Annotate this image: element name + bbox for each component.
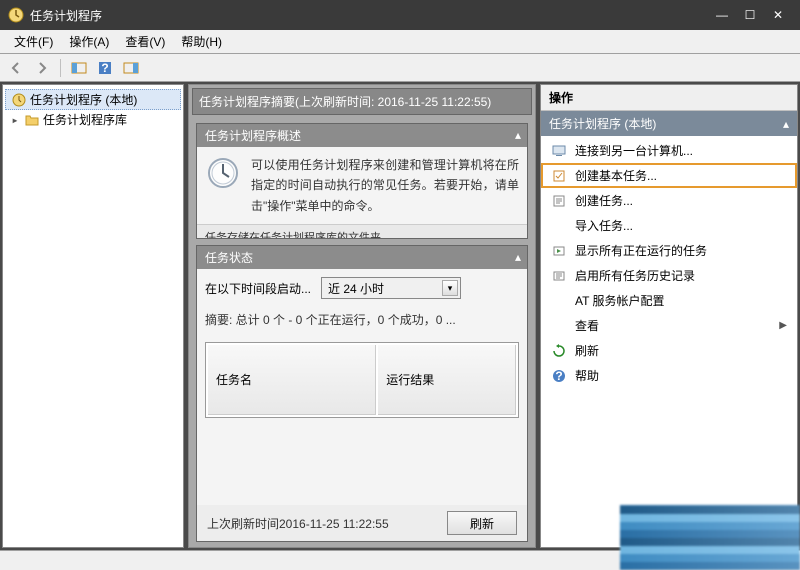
tree-child-label: 任务计划程序库	[43, 111, 127, 128]
task-icon	[551, 193, 567, 209]
overview-group: 任务计划程序概述 ▴ 可以使用任务计划程序来创建和管理计算机将在所指定的时间自动…	[196, 123, 528, 239]
import-icon	[551, 218, 567, 234]
task-basic-icon	[551, 168, 567, 184]
menu-view[interactable]: 查看(V)	[117, 31, 173, 52]
folder-icon	[24, 112, 40, 128]
time-range-select[interactable]: 近 24 小时 ▾	[321, 277, 461, 299]
tree-root-label: 任务计划程序 (本地)	[30, 91, 137, 108]
svg-text:?: ?	[555, 369, 562, 383]
status-group: 任务状态 ▴ 在以下时间段启动... 近 24 小时 ▾ 摘要: 总计 0 个 …	[196, 245, 528, 542]
history-icon	[551, 268, 567, 284]
action-create-task[interactable]: 创建任务...	[541, 188, 797, 213]
task-table: 任务名 运行结果	[205, 342, 519, 418]
forward-button[interactable]	[30, 57, 54, 79]
select-value: 近 24 小时	[328, 280, 384, 297]
collapse-icon: ▴	[515, 250, 521, 264]
tree-panel: 任务计划程序 (本地) ▸ 任务计划程序库	[2, 84, 184, 548]
action-enable-history[interactable]: 启用所有任务历史记录	[541, 263, 797, 288]
chevron-up-icon[interactable]: ▴	[783, 117, 789, 131]
app-icon	[8, 7, 24, 23]
status-label: 在以下时间段启动...	[205, 280, 311, 297]
close-button[interactable]: ✕	[764, 5, 792, 25]
maximize-button[interactable]: ☐	[736, 5, 764, 25]
decorative-overlay	[620, 505, 800, 570]
at-icon	[551, 293, 567, 309]
running-icon	[551, 243, 567, 259]
minimize-button[interactable]: —	[708, 5, 736, 25]
refresh-icon	[551, 343, 567, 359]
overview-title[interactable]: 任务计划程序概述 ▴	[197, 124, 527, 147]
help-button[interactable]: ?	[93, 57, 117, 79]
col-task-name[interactable]: 任务名	[208, 345, 376, 415]
action-import-task[interactable]: 导入任务...	[541, 213, 797, 238]
summary-header: 任务计划程序摘要(上次刷新时间: 2016-11-25 11:22:55)	[192, 88, 532, 115]
action-view[interactable]: 查看 ▶	[541, 313, 797, 338]
show-hide-tree-button[interactable]	[67, 57, 91, 79]
help-icon: ?	[551, 368, 567, 384]
clock-large-icon	[205, 155, 241, 191]
titlebar: 任务计划程序 — ☐ ✕	[0, 0, 800, 30]
action-show-running[interactable]: 显示所有正在运行的任务	[541, 238, 797, 263]
window-title: 任务计划程序	[30, 7, 708, 24]
actions-panel: 操作 任务计划程序 (本地) ▴ 连接到另一台计算机... 创建基本任务... …	[540, 84, 798, 548]
toolbar: ?	[0, 54, 800, 82]
refresh-button[interactable]: 刷新	[447, 511, 517, 535]
chevron-right-icon: ▶	[779, 320, 787, 331]
expand-icon[interactable]: ▸	[9, 113, 21, 127]
last-refresh-label: 上次刷新时间2016-11-25 11:22:55	[207, 515, 437, 532]
action-create-basic-task[interactable]: 创建基本任务...	[541, 163, 797, 188]
actions-scope: 任务计划程序 (本地) ▴	[541, 111, 797, 136]
overview-truncated: 任务存储在任务计划程序库的文件夹	[197, 224, 527, 238]
action-at-service[interactable]: AT 服务帐户配置	[541, 288, 797, 313]
tree-child[interactable]: ▸ 任务计划程序库	[5, 110, 181, 129]
tree-root[interactable]: 任务计划程序 (本地)	[5, 89, 181, 110]
menu-file[interactable]: 文件(F)	[6, 31, 61, 52]
svg-text:?: ?	[101, 61, 108, 75]
status-summary: 摘要: 总计 0 个 - 0 个正在运行，0 个成功，0 ...	[205, 311, 519, 328]
menubar: 文件(F) 操作(A) 查看(V) 帮助(H)	[0, 30, 800, 54]
clock-icon	[11, 92, 27, 108]
actions-header: 操作	[541, 85, 797, 111]
main-area: 任务计划程序 (本地) ▸ 任务计划程序库 任务计划程序摘要(上次刷新时间: 2…	[0, 82, 800, 550]
action-connect[interactable]: 连接到另一台计算机...	[541, 138, 797, 163]
back-button[interactable]	[4, 57, 28, 79]
action-refresh[interactable]: 刷新	[541, 338, 797, 363]
menu-help[interactable]: 帮助(H)	[173, 31, 230, 52]
chevron-down-icon: ▾	[442, 280, 458, 296]
overview-text: 可以使用任务计划程序来创建和管理计算机将在所指定的时间自动执行的常见任务。若要开…	[251, 155, 519, 216]
center-panel: 任务计划程序摘要(上次刷新时间: 2016-11-25 11:22:55) 任务…	[188, 84, 536, 548]
action-list: 连接到另一台计算机... 创建基本任务... 创建任务... 导入任务... 显…	[541, 136, 797, 390]
menu-action[interactable]: 操作(A)	[61, 31, 117, 52]
view-icon	[551, 318, 567, 334]
action-help[interactable]: ? 帮助	[541, 363, 797, 388]
col-result[interactable]: 运行结果	[378, 345, 516, 415]
show-hide-action-button[interactable]	[119, 57, 143, 79]
computer-icon	[551, 143, 567, 159]
toolbar-separator	[60, 59, 61, 77]
collapse-icon: ▴	[515, 128, 521, 142]
status-title[interactable]: 任务状态 ▴	[197, 246, 527, 269]
